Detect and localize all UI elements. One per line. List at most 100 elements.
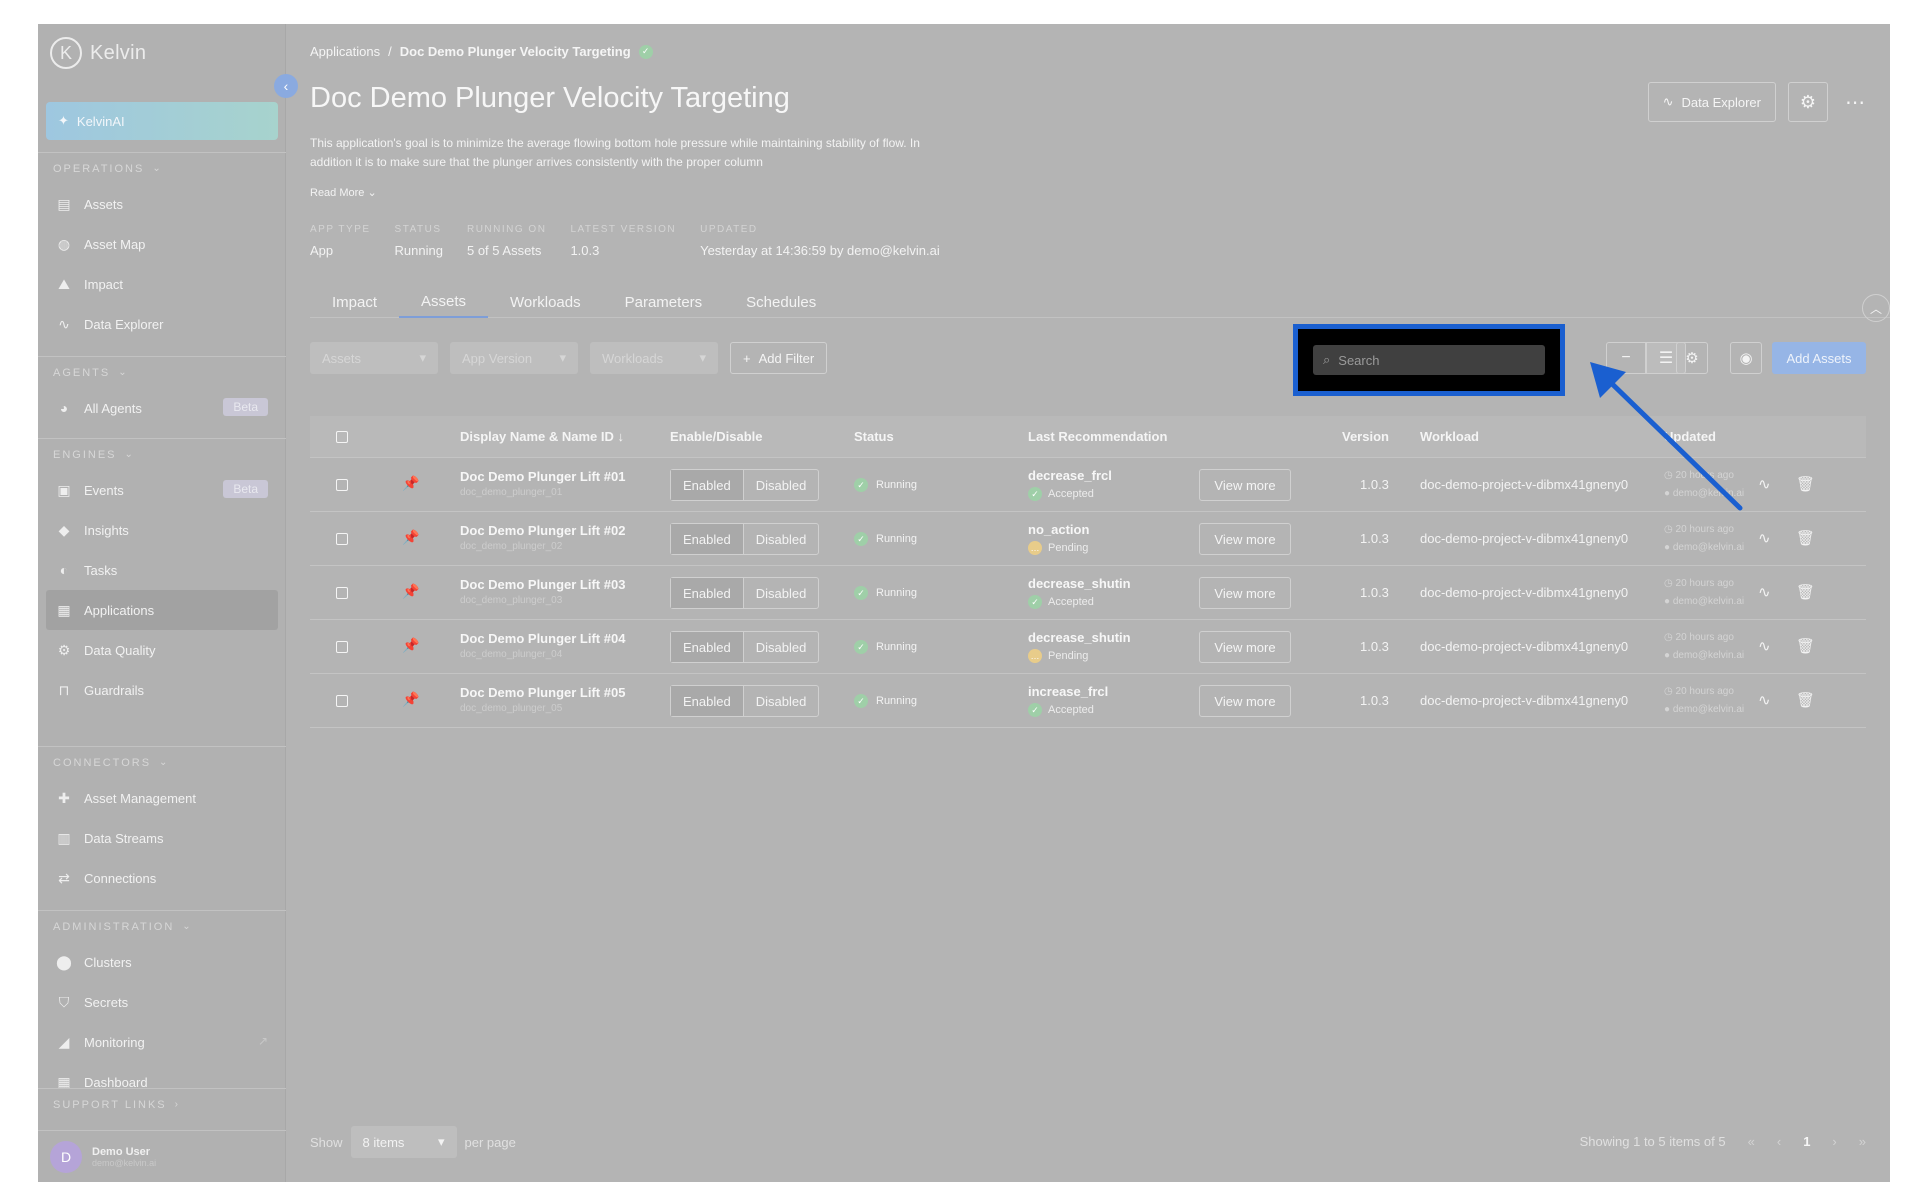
table-row[interactable]: 📌 Doc Demo Plunger Lift #04 doc_demo_plun… bbox=[310, 620, 1866, 674]
pulse-icon[interactable]: ∿ bbox=[1758, 637, 1771, 655]
trash-icon[interactable]: 🗑 bbox=[1796, 691, 1815, 709]
trash-icon[interactable]: 🗑 bbox=[1796, 529, 1815, 547]
view-more-button[interactable]: View more bbox=[1199, 631, 1291, 663]
tab-assets[interactable]: Assets bbox=[399, 286, 489, 318]
tab-schedules[interactable]: Schedules bbox=[724, 286, 838, 318]
data-explorer-button[interactable]: ∿ Data Explorer bbox=[1647, 82, 1776, 122]
table-row[interactable]: 📌 Doc Demo Plunger Lift #02 doc_demo_plun… bbox=[310, 512, 1866, 566]
support-links[interactable]: SUPPORT LINKS › bbox=[38, 1088, 286, 1120]
pin-icon[interactable]: 📌 bbox=[402, 691, 419, 708]
last-page-button[interactable]: » bbox=[1859, 1134, 1866, 1149]
sidebar-item-data-streams[interactable]: ▥ Data Streams bbox=[38, 818, 286, 858]
enabled-option[interactable]: Enabled bbox=[671, 632, 744, 662]
trash-icon[interactable]: 🗑 bbox=[1796, 583, 1815, 601]
pulse-icon[interactable]: ∿ bbox=[1758, 475, 1771, 493]
workloads-filter-select[interactable]: Workloads ▾ bbox=[590, 342, 718, 374]
enabled-option[interactable]: Enabled bbox=[671, 524, 744, 554]
more-options-button[interactable]: ⋯ bbox=[1840, 82, 1870, 122]
add-assets-button[interactable]: Add Assets bbox=[1772, 342, 1866, 374]
view-more-button[interactable]: View more bbox=[1199, 469, 1291, 501]
row-checkbox[interactable] bbox=[336, 695, 348, 707]
sidebar-item-all-agents[interactable]: ◕ All Agents Beta bbox=[38, 388, 286, 428]
page-size-select[interactable]: 8 items ▾ bbox=[350, 1126, 457, 1158]
disabled-option[interactable]: Disabled bbox=[744, 578, 819, 608]
user-filter-button[interactable]: ◉ bbox=[1730, 342, 1762, 374]
nav-header-administration[interactable]: ADMINISTRATION ⌄ bbox=[38, 910, 286, 942]
asset-name-cell[interactable]: Doc Demo Plunger Lift #01 doc_demo_plunge… bbox=[460, 469, 625, 498]
disabled-option[interactable]: Disabled bbox=[744, 686, 819, 716]
sidebar-item-impact[interactable]: ⛰ Impact bbox=[38, 264, 286, 304]
workload-cell[interactable]: doc-demo-project-v-dibmx41gneny0 bbox=[1420, 693, 1628, 708]
tab-impact[interactable]: Impact bbox=[310, 286, 399, 318]
disabled-option[interactable]: Disabled bbox=[744, 524, 819, 554]
view-more-button[interactable]: View more bbox=[1199, 685, 1291, 717]
search-input[interactable]: ⌕ Search bbox=[1313, 345, 1545, 375]
nav-header-engines[interactable]: ENGINES ⌄ bbox=[38, 438, 286, 470]
sidebar-item-connections[interactable]: ⇄ Connections bbox=[38, 858, 286, 898]
app-version-filter-select[interactable]: App Version ▾ bbox=[450, 342, 578, 374]
sidebar-item-data-explorer[interactable]: ∿ Data Explorer bbox=[38, 304, 286, 344]
sidebar-item-clusters[interactable]: ⬤ Clusters bbox=[38, 942, 286, 982]
sidebar-item-monitoring[interactable]: ◢ Monitoring ↗ bbox=[38, 1022, 286, 1062]
sidebar-item-assets[interactable]: ▤ Assets bbox=[38, 184, 286, 224]
read-more-link[interactable]: Read More ⌄ bbox=[310, 186, 377, 199]
next-page-button[interactable]: › bbox=[1832, 1134, 1836, 1149]
enabled-option[interactable]: Enabled bbox=[671, 578, 744, 608]
pulse-icon[interactable]: ∿ bbox=[1758, 691, 1771, 709]
asset-name-cell[interactable]: Doc Demo Plunger Lift #05 doc_demo_plunge… bbox=[460, 685, 625, 714]
tab-workloads[interactable]: Workloads bbox=[488, 286, 603, 318]
view-more-button[interactable]: View more bbox=[1199, 523, 1291, 555]
table-settings-button[interactable]: ⚙ bbox=[1676, 342, 1708, 374]
first-page-button[interactable]: « bbox=[1748, 1134, 1755, 1149]
select-all-checkbox[interactable] bbox=[336, 431, 348, 443]
asset-name-cell[interactable]: Doc Demo Plunger Lift #04 doc_demo_plunge… bbox=[460, 631, 625, 660]
prev-page-button[interactable]: ‹ bbox=[1777, 1134, 1781, 1149]
sidebar-item-asset-management[interactable]: ✚ Asset Management bbox=[38, 778, 286, 818]
sidebar-item-tasks[interactable]: ◐ Tasks bbox=[38, 550, 286, 590]
nav-header-agents[interactable]: AGENTS ⌄ bbox=[38, 356, 286, 388]
logo[interactable]: K Kelvin bbox=[50, 36, 146, 70]
disabled-option[interactable]: Disabled bbox=[744, 632, 819, 662]
kelvinai-button[interactable]: ✦ KelvinAI bbox=[46, 102, 278, 140]
sidebar-item-secrets[interactable]: ⛉ Secrets bbox=[38, 982, 286, 1022]
enabled-option[interactable]: Enabled bbox=[671, 686, 744, 716]
trash-icon[interactable]: 🗑 bbox=[1796, 637, 1815, 655]
asset-name-cell[interactable]: Doc Demo Plunger Lift #03 doc_demo_plunge… bbox=[460, 577, 625, 606]
sidebar-item-data-quality[interactable]: ⚙ Data Quality bbox=[38, 630, 286, 670]
sidebar-item-events[interactable]: ▣ Events Beta bbox=[38, 470, 286, 510]
nav-header-connectors[interactable]: CONNECTORS ⌄ bbox=[38, 746, 286, 778]
enabled-option[interactable]: Enabled bbox=[671, 470, 744, 500]
disabled-option[interactable]: Disabled bbox=[744, 470, 819, 500]
current-page[interactable]: 1 bbox=[1803, 1134, 1810, 1149]
workload-cell[interactable]: doc-demo-project-v-dibmx41gneny0 bbox=[1420, 477, 1628, 492]
row-checkbox[interactable] bbox=[336, 479, 348, 491]
pin-icon[interactable]: 📌 bbox=[402, 529, 419, 546]
add-filter-button[interactable]: + Add Filter bbox=[730, 342, 828, 374]
row-checkbox[interactable] bbox=[336, 641, 348, 653]
collapse-details-button[interactable]: ︿ bbox=[1862, 294, 1890, 322]
table-row[interactable]: 📌 Doc Demo Plunger Lift #03 doc_demo_plun… bbox=[310, 566, 1866, 620]
table-row[interactable]: 📌 Doc Demo Plunger Lift #01 doc_demo_plun… bbox=[310, 458, 1866, 512]
view-more-button[interactable]: View more bbox=[1199, 577, 1291, 609]
trash-icon[interactable]: 🗑 bbox=[1796, 475, 1815, 493]
workload-cell[interactable]: doc-demo-project-v-dibmx41gneny0 bbox=[1420, 531, 1628, 546]
nav-header-operations[interactable]: OPERATIONS ⌄ bbox=[38, 152, 286, 184]
user-profile[interactable]: D Demo User demo@kelvin.ai bbox=[38, 1130, 286, 1182]
sidebar-item-asset-map[interactable]: ◍ Asset Map bbox=[38, 224, 286, 264]
sidebar-item-applications[interactable]: ▦ Applications bbox=[46, 590, 278, 630]
pin-icon[interactable]: 📌 bbox=[402, 475, 419, 492]
workload-cell[interactable]: doc-demo-project-v-dibmx41gneny0 bbox=[1420, 585, 1628, 600]
asset-name-cell[interactable]: Doc Demo Plunger Lift #02 doc_demo_plunge… bbox=[460, 523, 625, 552]
pulse-icon[interactable]: ∿ bbox=[1758, 583, 1771, 601]
pulse-icon[interactable]: ∿ bbox=[1758, 529, 1771, 547]
pin-icon[interactable]: 📌 bbox=[402, 637, 419, 654]
pin-icon[interactable]: 📌 bbox=[402, 583, 419, 600]
settings-button[interactable]: ⚙ bbox=[1788, 82, 1828, 122]
breadcrumb-root[interactable]: Applications bbox=[310, 44, 380, 59]
row-checkbox[interactable] bbox=[336, 533, 348, 545]
compact-view-button[interactable]: − bbox=[1606, 342, 1646, 374]
row-checkbox[interactable] bbox=[336, 587, 348, 599]
sidebar-item-insights[interactable]: ◆ Insights bbox=[38, 510, 286, 550]
col-name[interactable]: Display Name & Name ID ↓ bbox=[460, 429, 624, 444]
workload-cell[interactable]: doc-demo-project-v-dibmx41gneny0 bbox=[1420, 639, 1628, 654]
